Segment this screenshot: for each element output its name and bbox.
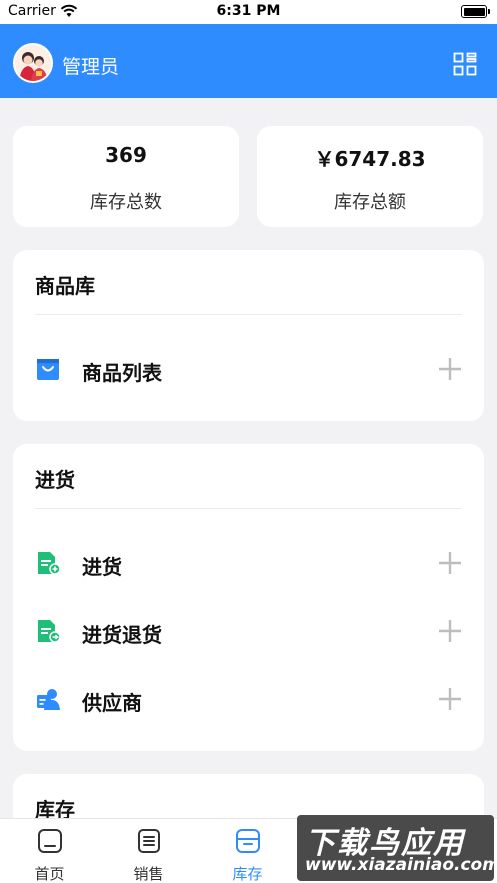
- tab-inventory[interactable]: 库存: [198, 819, 297, 883]
- status-bar: Carrier 6:31 PM: [0, 0, 497, 24]
- row-label: 进货退货: [82, 623, 162, 647]
- sales-icon: [138, 829, 160, 853]
- plus-icon[interactable]: [436, 355, 464, 383]
- purchase-section: 进货 进货 进货退货 供应商: [13, 444, 484, 751]
- supplier-icon: [37, 689, 60, 710]
- section-title: 商品库: [35, 274, 95, 298]
- section-title: 进货: [35, 468, 75, 492]
- avatar[interactable]: [13, 43, 53, 83]
- purchase-return-icon: [38, 620, 61, 643]
- watermark-logo: 下载鸟应用 www.xiazainiao.com: [297, 815, 494, 881]
- stock-amount-label: 库存总额: [334, 192, 406, 213]
- product-library-section: 商品库 商品列表: [13, 250, 484, 421]
- stock-amount-card[interactable]: ￥6747.83 库存总额: [257, 126, 483, 227]
- grid-menu-icon[interactable]: [453, 52, 477, 76]
- row-label: 进货: [82, 555, 122, 579]
- row-purchase[interactable]: 进货: [13, 540, 484, 586]
- divider: [35, 314, 462, 315]
- page-title: 管理员: [62, 56, 120, 78]
- shopping-bag-icon: [37, 359, 59, 380]
- inventory-icon: [236, 829, 260, 853]
- stock-count-label: 库存总数: [90, 192, 162, 213]
- stock-amount-value: ￥6747.83: [314, 147, 426, 171]
- stock-count-card[interactable]: 369 库存总数: [13, 126, 239, 227]
- divider: [35, 508, 462, 509]
- status-time: 6:31 PM: [216, 3, 281, 19]
- battery-icon: [461, 5, 490, 18]
- plus-icon[interactable]: [436, 617, 464, 645]
- purchase-doc-icon: [38, 552, 61, 575]
- plus-icon[interactable]: [436, 685, 464, 713]
- tab-label: 库存: [232, 865, 263, 883]
- tab-label: 首页: [34, 865, 65, 883]
- row-label: 供应商: [82, 691, 142, 715]
- row-purchase-return[interactable]: 进货退货: [13, 608, 484, 654]
- stock-count-value: 369: [105, 143, 147, 167]
- row-product-list[interactable]: 商品列表: [13, 346, 484, 392]
- home-icon: [38, 829, 62, 853]
- watermark-url: www.xiazainiao.com: [305, 855, 494, 875]
- app-header: 管理员: [0, 24, 497, 98]
- tab-sales[interactable]: 销售: [99, 819, 198, 883]
- row-label: 商品列表: [82, 361, 162, 385]
- row-supplier[interactable]: 供应商: [13, 676, 484, 722]
- plus-icon[interactable]: [436, 549, 464, 577]
- tab-home[interactable]: 首页: [0, 819, 99, 883]
- tab-label: 销售: [133, 865, 164, 883]
